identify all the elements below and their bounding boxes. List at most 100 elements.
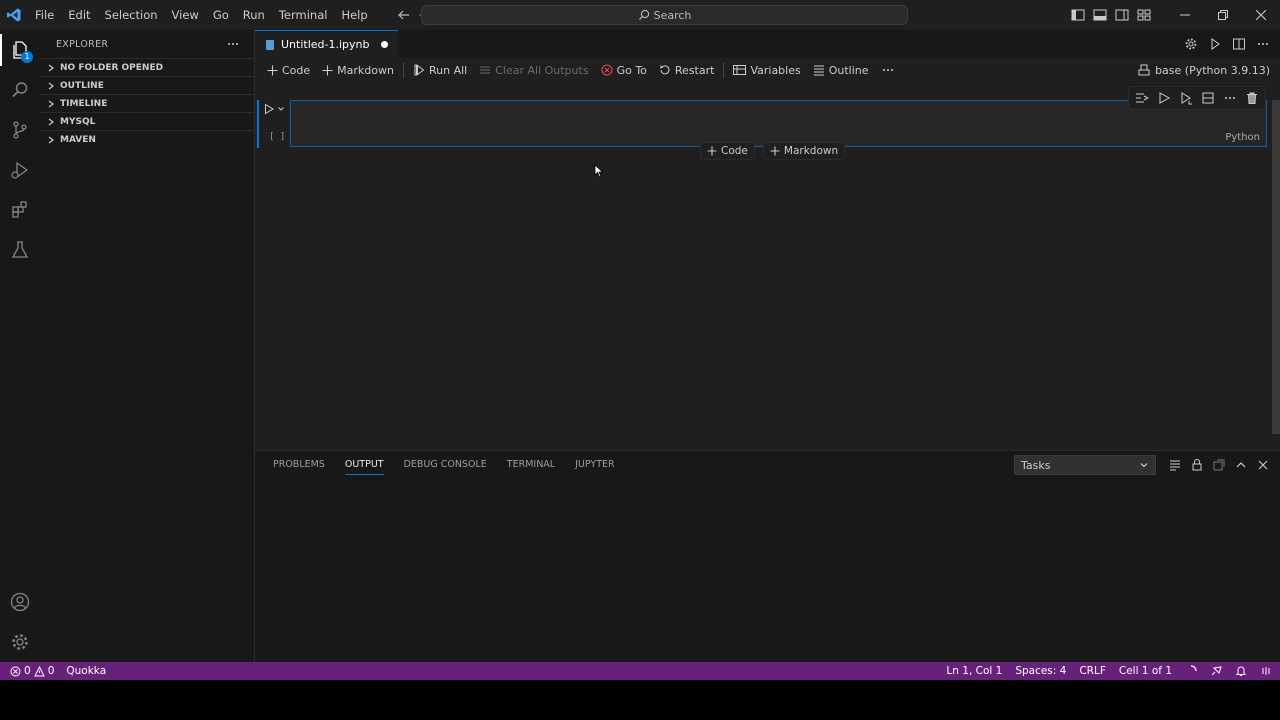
trash-icon[interactable] [1245,91,1259,105]
toggle-panel-icon[interactable] [1092,7,1108,23]
section-timeline[interactable]: TIMELINE [40,94,254,112]
plus-icon [770,146,780,156]
add-code-label: Code [282,63,311,77]
feedback-icon[interactable] [1210,665,1222,677]
problems-status[interactable]: 0 0 [10,665,54,677]
execute-below-icon[interactable] [1179,91,1193,105]
source-control-activity[interactable] [0,110,40,150]
notifications-bell-icon[interactable] [1235,665,1247,677]
section-outline[interactable]: OUTLINE [40,76,254,94]
menu-view[interactable]: View [165,4,206,26]
tab-terminal[interactable]: TERMINAL [497,451,565,479]
cell-language-label[interactable]: Python [1225,132,1260,143]
section-mysql[interactable]: MYSQL [40,112,254,130]
more-actions-icon[interactable] [1223,91,1237,105]
run-icon[interactable] [1208,37,1222,51]
chevron-right-icon [46,63,56,73]
go-to-button[interactable]: Go To [595,59,653,81]
more-actions-icon[interactable] [1256,37,1270,51]
unsaved-dot-icon[interactable] [381,41,389,48]
clear-all-outputs-button[interactable]: Clear All Outputs [473,59,594,81]
chevron-right-icon [46,99,56,109]
chevron-right-icon [46,135,56,145]
title-bar: File Edit Selection View Go Run Terminal… [0,0,1280,30]
menu-help[interactable]: Help [334,4,374,26]
indentation-status[interactable]: Spaces: 4 [1015,665,1066,677]
outline-button[interactable]: Outline [807,59,875,81]
manage-activity[interactable] [0,622,40,662]
chevron-down-icon [277,105,285,113]
run-debug-activity[interactable] [0,150,40,190]
split-cell-icon[interactable] [1201,91,1215,105]
close-panel-icon[interactable] [1256,458,1270,472]
lock-icon[interactable] [1190,458,1204,472]
clear-output-icon[interactable] [1168,458,1182,472]
menu-terminal[interactable]: Terminal [272,4,335,26]
section-no-folder[interactable]: NO FOLDER OPENED [40,58,254,76]
error-icon [10,666,21,677]
output-channel-select[interactable]: Tasks [1014,455,1156,475]
tab-jupyter[interactable]: JUPYTER [565,451,624,479]
restart-label: Restart [674,63,715,77]
execute-cell-button[interactable] [263,103,285,115]
toggle-primary-sidebar-icon[interactable] [1070,7,1086,23]
more-actions-icon[interactable] [226,37,240,51]
section-label: MYSQL [60,116,96,127]
menu-go[interactable]: Go [206,4,236,26]
tab-problems[interactable]: PROBLEMS [263,451,335,479]
copilot-status-icon[interactable] [1260,665,1272,677]
search-activity[interactable] [0,70,40,110]
maximize-panel-icon[interactable] [1234,458,1248,472]
settings-gear-icon[interactable] [1184,37,1198,51]
editor-scrollbar[interactable] [1272,100,1280,434]
restart-button[interactable]: Restart [653,59,721,81]
insert-markdown-cell-button[interactable]: Markdown [762,142,846,160]
run-by-line-icon[interactable] [1135,91,1149,105]
cell-index-status[interactable]: Cell 1 of 1 [1119,665,1172,677]
toolbar-more-button[interactable] [875,59,901,81]
warning-count: 0 [47,665,55,677]
split-editor-icon[interactable] [1232,37,1246,51]
gear-icon [9,631,31,653]
sidebar-title: EXPLORER [56,38,109,50]
screen-bottom-letterbox [0,680,1280,720]
tab-untitled-notebook[interactable]: Untitled-1.ipynb [255,30,399,58]
tab-output[interactable]: OUTPUT [335,451,394,479]
run-all-button[interactable]: Run All [407,59,473,81]
notebook-file-icon [265,39,275,51]
menu-selection[interactable]: Selection [98,4,165,26]
eol-status[interactable]: CRLF [1079,665,1106,677]
back-arrow-icon[interactable] [397,8,411,22]
tab-debug-console[interactable]: DEBUG CONSOLE [394,451,497,479]
editor-tab-bar: Untitled-1.ipynb [255,30,1280,58]
accounts-activity[interactable] [0,582,40,622]
explorer-activity[interactable]: 1 [0,30,40,70]
menu-run[interactable]: Run [236,4,272,26]
section-maven[interactable]: MAVEN [40,130,254,148]
variables-button[interactable]: Variables [727,59,806,81]
restore-button[interactable] [1204,0,1242,30]
open-in-editor-icon[interactable] [1212,458,1226,472]
quokka-status[interactable]: Quokka [66,665,106,677]
close-window-button[interactable] [1242,0,1280,30]
kernel-picker[interactable]: base (Python 3.9.13) [1138,58,1270,82]
execute-above-icon[interactable] [1157,91,1171,105]
notebook-editor: Untitled-1.ipynb Code Markdown Run All C… [255,30,1280,450]
loading-spinner-icon [1185,665,1197,677]
outline-label: Outline [828,63,869,77]
testing-activity[interactable] [0,230,40,270]
toggle-secondary-sidebar-icon[interactable] [1114,7,1130,23]
menu-file[interactable]: File [28,4,61,26]
add-code-cell-button[interactable]: Code [261,59,316,81]
extensions-activity[interactable] [0,190,40,230]
add-markdown-cell-button[interactable]: Markdown [316,59,400,81]
minimize-button[interactable] [1166,0,1204,30]
menu-edit[interactable]: Edit [61,4,97,26]
cell-code-input[interactable]: Python [290,100,1267,147]
cursor-position-status[interactable]: Ln 1, Col 1 [946,665,1002,677]
insert-markdown-label: Markdown [783,145,839,157]
customize-layout-icon[interactable] [1136,7,1152,23]
menu-bar: File Edit Selection View Go Run Terminal… [28,0,375,30]
command-center-search[interactable]: Search [421,5,908,25]
insert-code-cell-button[interactable]: Code [700,142,755,160]
